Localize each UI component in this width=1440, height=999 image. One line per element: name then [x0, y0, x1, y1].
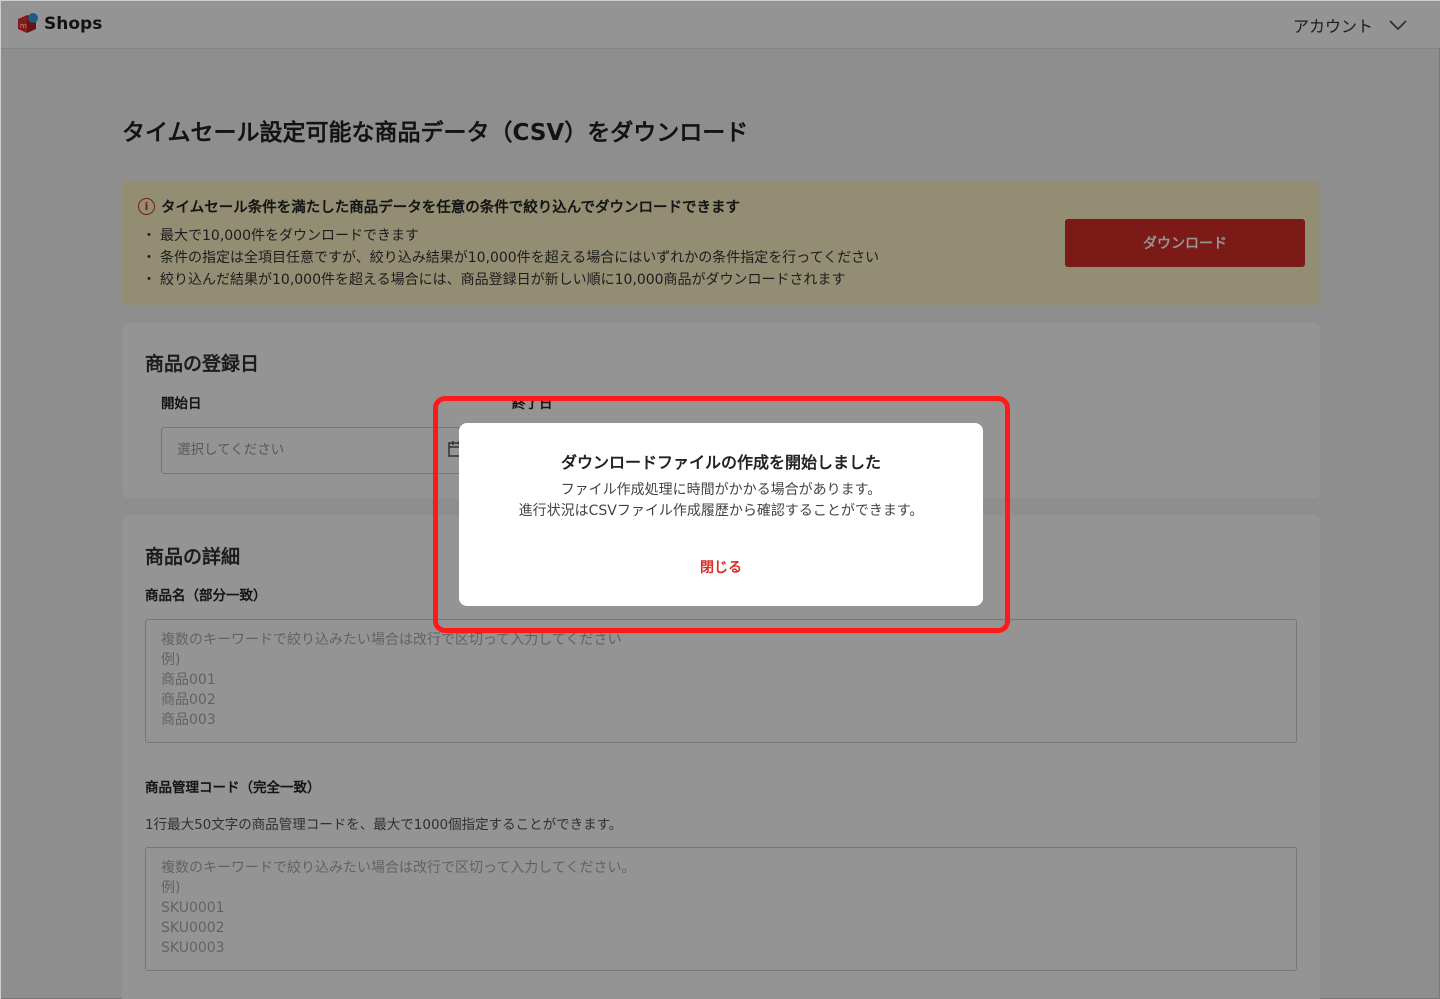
dialog-title: ダウンロードファイルの作成を開始しました	[560, 453, 881, 472]
download-started-dialog: ダウンロードファイルの作成を開始しました ファイル作成処理に時間がかかる場合があ…	[459, 423, 983, 606]
close-button[interactable]: 閉じる	[459, 557, 983, 577]
dialog-body: ファイル作成処理に時間がかかる場合があります。 進行状況はCSVファイル作成履歴…	[459, 480, 983, 522]
dialog-line: ファイル作成処理に時間がかかる場合があります。	[560, 482, 882, 498]
page-frame: m Shops アカウント タイムセール設定可能な商品データ（CSV）をダウンロ…	[0, 0, 1440, 999]
dialog-line: 進行状況はCSVファイル作成履歴から確認することができます。	[518, 503, 924, 519]
